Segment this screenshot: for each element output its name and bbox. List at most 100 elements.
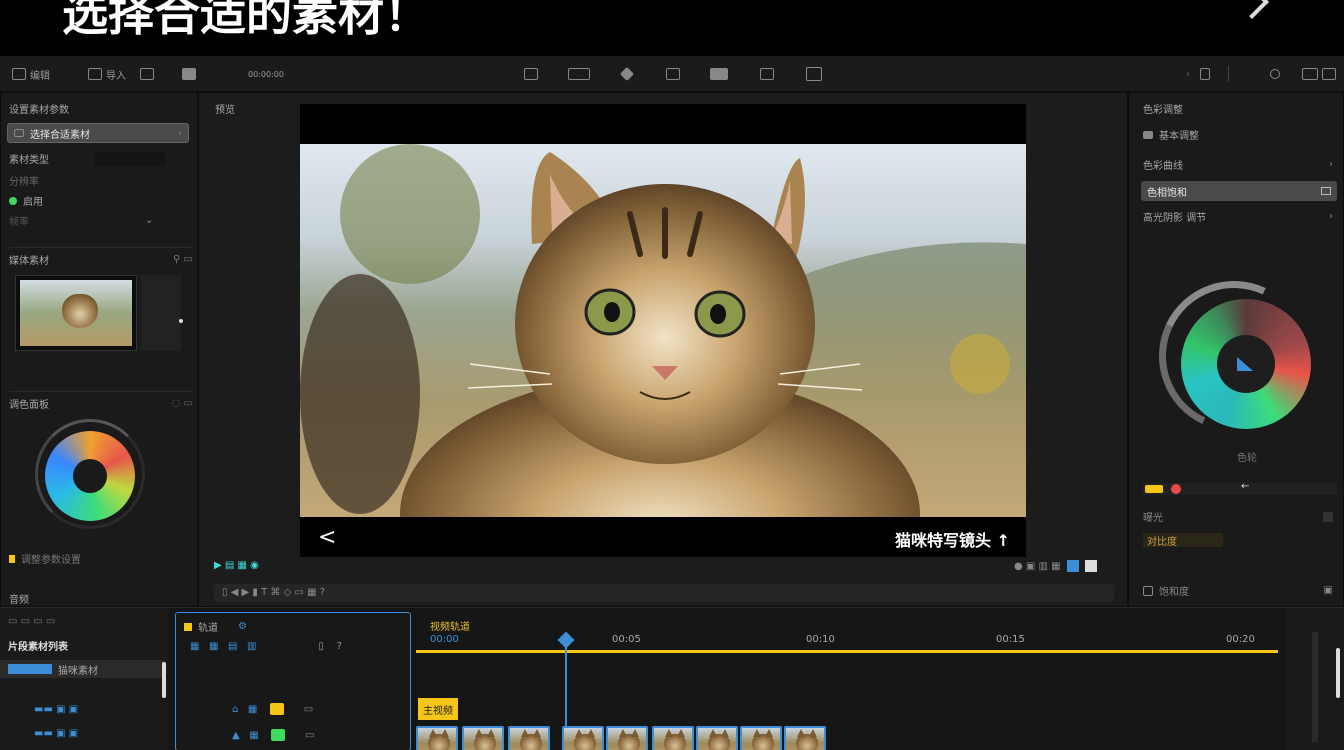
track-label: 视频轨道	[430, 622, 470, 633]
tool-layers[interactable]	[666, 65, 680, 83]
row-saturation-label: 饱和度	[1159, 587, 1189, 598]
color-options-icon[interactable]: ◌ ▭	[172, 398, 193, 409]
toolbar-media[interactable]	[140, 65, 154, 83]
video-viewer[interactable]: < 猫咪特写镜头 ↑	[300, 104, 1026, 557]
viewer-caption: 猫咪特写镜头 ↑	[895, 531, 1010, 550]
tool-split[interactable]	[1200, 65, 1210, 83]
filmstrip-thumb[interactable]	[416, 726, 458, 750]
playhead-handle[interactable]	[557, 631, 575, 649]
clip-list-panel: ▭ ▭ ▭ ▭ 片段素材列表 猫咪素材 ▬▬ ▣ ▣ ▬▬ ▣ ▣	[0, 608, 168, 750]
next-arrow-icon[interactable]	[1235, 0, 1269, 19]
filmstrip-thumb[interactable]	[462, 726, 504, 750]
clip-list-row-2[interactable]: ▬▬ ▣ ▣	[34, 728, 78, 739]
work-area-bar[interactable]	[416, 650, 1278, 653]
bottom-setting-label: 调整参数设置	[21, 555, 81, 566]
tool-magic[interactable]	[619, 65, 635, 83]
tool-frame[interactable]	[806, 65, 822, 83]
basic-icon	[1143, 130, 1153, 139]
settings-icon	[1270, 69, 1280, 79]
tool-white-icon[interactable]	[1084, 560, 1097, 572]
selected-material-label: 选择合适素材	[30, 129, 90, 141]
tool-settings[interactable]	[1270, 65, 1280, 83]
ruler-2: 00:10	[806, 634, 835, 645]
track-controls-header-label: 轨道	[198, 623, 218, 634]
row-basic-label: 基本调整	[1159, 131, 1199, 142]
row-framerate[interactable]: 帧率 ⌄	[9, 213, 153, 228]
clip-color-icon	[8, 664, 52, 674]
layout2-icon	[1322, 68, 1336, 80]
track-buttons[interactable]: ▦ ▦ ▤ ▥ ▯ ?	[190, 641, 342, 652]
toolbar-effects[interactable]	[182, 65, 196, 83]
selected-material[interactable]: 选择合适素材 ›	[7, 123, 189, 143]
color-swatch-bar[interactable]: ←	[1143, 481, 1337, 495]
clip-list-row-1[interactable]: ▬▬ ▣ ▣	[34, 704, 78, 715]
filmstrip-thumb[interactable]	[606, 726, 648, 750]
timeline-scrollbar[interactable]	[1336, 648, 1340, 698]
row-enable[interactable]: 启用	[9, 193, 43, 208]
row-enable-label: 启用	[23, 197, 43, 208]
row-basic[interactable]: 基本调整	[1143, 127, 1333, 142]
tool-screen[interactable]	[568, 65, 590, 83]
filmstrip-thumb[interactable]	[784, 726, 826, 750]
clip-list-tabs[interactable]: ▭ ▭ ▭ ▭	[8, 616, 55, 627]
filmstrip-thumb[interactable]	[696, 726, 738, 750]
yellow-folder-icon[interactable]	[269, 703, 284, 715]
tool-prev[interactable]: ‹	[1186, 65, 1190, 83]
audio-meter	[1312, 632, 1318, 742]
tool-layout[interactable]	[1302, 65, 1336, 83]
viewer-mode-label[interactable]: ▶ ▤ ▦ ◉	[214, 560, 259, 571]
caption-banner: 选择合适的素材！	[0, 0, 1344, 56]
hue-toggle-icon[interactable]	[1321, 187, 1331, 195]
row-type[interactable]: 素材类型	[9, 151, 165, 166]
exposure-toggle[interactable]	[1323, 511, 1333, 522]
media-scroll-dot[interactable]	[179, 319, 183, 323]
track-row-2[interactable]: ▲ ▦ ▭	[232, 729, 315, 741]
row-highlight[interactable]: 高光阴影 调节 ›	[1143, 209, 1333, 224]
video-clip[interactable]: 主视频	[418, 698, 458, 720]
bottom-setting[interactable]: 调整参数设置	[9, 551, 81, 566]
row-contrast[interactable]: 对比度	[1143, 533, 1333, 548]
saturation-icon	[1143, 585, 1153, 596]
transport-icons[interactable]: ▯ ◀ ▶ ▮ T ⌘ ◇ ▭ ▦ ?	[222, 587, 325, 598]
row-hue-label: 色相饱和	[1147, 187, 1187, 199]
media-options-icon[interactable]: ⚲ ▭	[173, 254, 193, 265]
filmstrip-thumb[interactable]	[740, 726, 782, 750]
media-thumbnail[interactable]	[15, 275, 137, 351]
red-swatch-icon[interactable]	[1171, 484, 1181, 494]
track-settings-icon[interactable]: ⚙	[238, 621, 247, 632]
row-exposure[interactable]: 曝光	[1143, 509, 1333, 524]
media-header-label: 媒体素材	[9, 256, 49, 267]
type-field[interactable]	[95, 151, 165, 166]
left-footer: 音频	[9, 591, 29, 606]
clip-list-scrollbar[interactable]	[162, 662, 166, 698]
tool-export[interactable]	[760, 65, 774, 83]
clip-list-selected[interactable]: 猫咪素材	[0, 660, 164, 678]
toolbar-import[interactable]: 导入	[88, 65, 126, 83]
toolbar-edit[interactable]: 编辑	[12, 65, 50, 83]
yellow-swatch-icon[interactable]	[1145, 485, 1163, 493]
yellow-marker-icon	[9, 554, 15, 563]
row-saturation[interactable]: 饱和度 ▣	[1143, 583, 1333, 598]
timecode: 00:00:00	[248, 69, 284, 79]
save-icon[interactable]: ▣	[1324, 585, 1333, 596]
edit-icon	[12, 68, 26, 80]
row-resolution-label: 分辨率	[9, 177, 39, 188]
green-folder-icon[interactable]	[271, 729, 286, 741]
row-curve[interactable]: 色彩曲线 ›	[1143, 157, 1333, 172]
row-hue[interactable]: 色相饱和	[1141, 181, 1337, 201]
viewer-caption-bar: < 猫咪特写镜头 ↑	[300, 517, 1026, 557]
filmstrip-thumb[interactable]	[508, 726, 550, 750]
row-resolution[interactable]: 分辨率	[9, 173, 39, 188]
filmstrip-thumb[interactable]	[652, 726, 694, 750]
back-arrow-icon[interactable]: <	[318, 525, 336, 550]
tool-film[interactable]	[710, 65, 728, 83]
left-footer-label: 音频	[9, 595, 29, 606]
arrow-left-icon[interactable]: ←	[1241, 481, 1249, 492]
filmstrip-thumb[interactable]	[562, 726, 604, 750]
color-wheel-center	[73, 459, 107, 493]
media-icon	[140, 68, 154, 80]
tool-crop[interactable]	[524, 65, 538, 83]
active-tool-icon[interactable]	[1066, 560, 1079, 572]
track-row-1[interactable]: ⌂ ▦ ▭	[232, 703, 313, 715]
viewer-tool-icons[interactable]: ● ▣ ▥ ▦	[1014, 560, 1097, 572]
